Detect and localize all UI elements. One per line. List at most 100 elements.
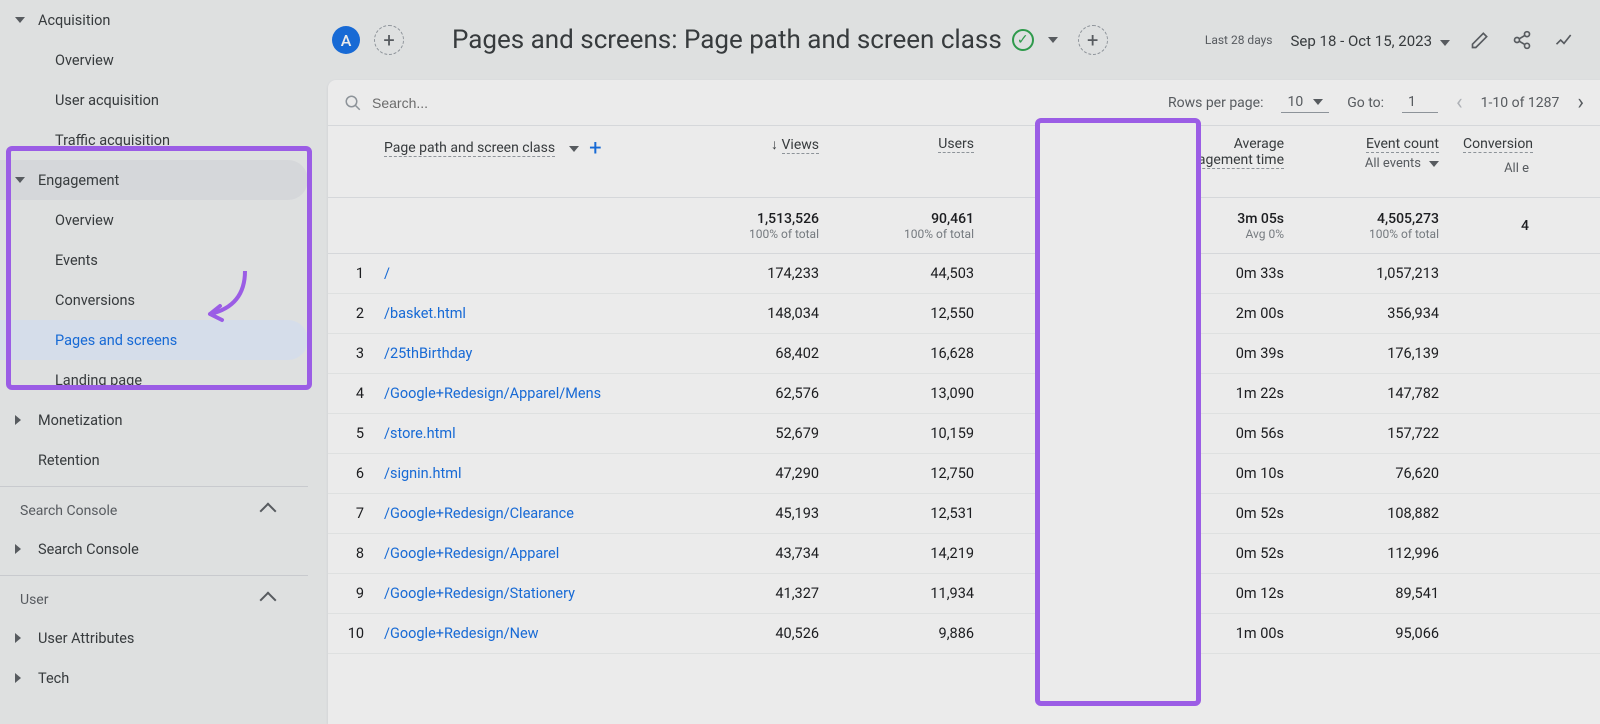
cell-vpu: 3.08 <box>998 545 1153 562</box>
cell-views: 68,402 <box>688 345 843 362</box>
cell-path[interactable]: /Google+Redesign/Stationery <box>376 585 688 602</box>
total-vpu-sub: Avg 0% <box>998 227 1129 241</box>
col-aet-header[interactable]: Average engagement time <box>1153 136 1308 169</box>
date-range-text: Sep 18 - Oct 15, 2023 <box>1291 32 1433 50</box>
section-search-console[interactable]: Search Console <box>0 493 308 529</box>
nav-acquisition[interactable]: Acquisition <box>0 0 308 40</box>
section-user[interactable]: User <box>0 582 308 618</box>
table-header: Page path and screen class + ↓ Views Use… <box>328 126 1600 198</box>
cell-path[interactable]: /store.html <box>376 425 688 442</box>
edit-icon[interactable] <box>1468 28 1492 52</box>
cell-path[interactable]: /signin.html <box>376 465 688 482</box>
cell-views: 43,734 <box>688 545 843 562</box>
table-row[interactable]: 8 /Google+Redesign/Apparel 43,734 14,219… <box>328 534 1600 574</box>
search-input[interactable] <box>372 95 572 111</box>
table-row[interactable]: 7 /Google+Redesign/Clearance 45,193 12,5… <box>328 494 1600 534</box>
cell-views: 45,193 <box>688 505 843 522</box>
cell-path[interactable]: /Google+Redesign/Clearance <box>376 505 688 522</box>
col-label: Views <box>782 137 820 154</box>
table-row[interactable]: 2 /basket.html 148,034 12,550 11.80 2m 0… <box>328 294 1600 334</box>
cell-aet: 0m 52s <box>1153 545 1308 562</box>
col-label: Average engagement time <box>1153 136 1284 169</box>
nav-user-attributes[interactable]: User Attributes <box>0 618 308 658</box>
add-segment-button[interactable]: + <box>374 25 404 55</box>
nav-label: Acquisition <box>38 12 110 29</box>
conv-filter[interactable]: All e <box>1504 161 1529 176</box>
total-vpu: 16.73 <box>998 211 1129 227</box>
nav-engagement-conversions[interactable]: Conversions <box>0 280 308 320</box>
rows-per-page-select[interactable]: 10 <box>1281 92 1329 113</box>
cell-aet: 1m 22s <box>1153 385 1308 402</box>
total-aet-sub: Avg 0% <box>1153 227 1284 241</box>
goto-label: Go to: <box>1347 95 1384 111</box>
nav-acquisition-user[interactable]: User acquisition <box>0 80 308 120</box>
col-users-header[interactable]: Users <box>843 136 998 152</box>
cell-path[interactable]: /Google+Redesign/New <box>376 625 688 642</box>
goto-input[interactable]: 1 <box>1402 92 1438 113</box>
cell-path[interactable]: / <box>376 265 688 282</box>
nav-engagement-events[interactable]: Events <box>0 240 308 280</box>
insights-icon[interactable] <box>1552 28 1576 52</box>
data-table: Page path and screen class + ↓ Views Use… <box>328 126 1600 654</box>
row-index: 5 <box>328 425 376 442</box>
nav-acquisition-overview[interactable]: Overview <box>0 40 308 80</box>
col-label: Views per user <box>1037 136 1129 153</box>
col-views-header[interactable]: ↓ Views <box>688 136 843 153</box>
add-dimension-button[interactable]: + <box>589 136 601 161</box>
cell-path[interactable]: /Google+Redesign/Apparel <box>376 545 688 562</box>
next-page-button[interactable]: › <box>1577 90 1584 115</box>
sort-arrow-icon: ↓ <box>771 137 778 153</box>
nav-engagement-overview[interactable]: Overview <box>0 200 308 240</box>
cell-users: 12,750 <box>843 465 998 482</box>
cell-aet: 2m 00s <box>1153 305 1308 322</box>
total-events-sub: 100% of total <box>1308 227 1439 241</box>
row-index: 9 <box>328 585 376 602</box>
segment-avatar[interactable]: A <box>332 26 360 54</box>
cell-events: 108,882 <box>1308 505 1463 522</box>
nav-acquisition-traffic[interactable]: Traffic acquisition <box>0 120 308 160</box>
report-table-card: Rows per page: 10 Go to: 1 ‹ 1-10 of 128… <box>328 80 1600 724</box>
cell-aet: 0m 52s <box>1153 505 1308 522</box>
nav-search-console[interactable]: Search Console <box>0 529 308 569</box>
cell-path[interactable]: /basket.html <box>376 305 688 322</box>
row-index: 6 <box>328 465 376 482</box>
chevron-down-icon <box>569 146 579 152</box>
col-vpu-header[interactable]: Views per user <box>998 136 1153 153</box>
chevron-down-icon <box>1440 40 1450 46</box>
cell-users: 44,503 <box>843 265 998 282</box>
cell-views: 52,679 <box>688 425 843 442</box>
cell-path[interactable]: /Google+Redesign/Apparel/Mens <box>376 385 688 402</box>
col-events-header[interactable]: Event countAll events <box>1308 136 1463 171</box>
share-icon[interactable] <box>1510 28 1534 52</box>
table-row[interactable]: 10 /Google+Redesign/New 40,526 9,886 4.1… <box>328 614 1600 654</box>
total-views-sub: 100% of total <box>688 227 819 241</box>
nav-engagement-landing[interactable]: Landing page <box>0 360 308 400</box>
cell-path[interactable]: /25thBirthday <box>376 345 688 362</box>
table-row[interactable]: 1 / 174,233 44,503 3.92 0m 33s 1,057,213 <box>328 254 1600 294</box>
total-events: 4,505,273 <box>1308 211 1439 227</box>
date-range-picker[interactable]: Sep 18 - Oct 15, 2023 <box>1291 31 1450 50</box>
nav-engagement[interactable]: Engagement <box>0 160 308 200</box>
row-index: 2 <box>328 305 376 322</box>
events-filter[interactable]: All events <box>1365 156 1421 171</box>
table-row[interactable]: 5 /store.html 52,679 10,159 5.19 0m 56s … <box>328 414 1600 454</box>
col-conv-header[interactable]: ConversionsAll e <box>1463 136 1553 176</box>
nav-monetization[interactable]: Monetization <box>0 400 308 440</box>
report-header: A + Pages and screens: Page path and scr… <box>308 0 1600 80</box>
prev-page-button[interactable]: ‹ <box>1456 90 1463 115</box>
nav-label: Retention <box>38 452 100 469</box>
cell-aet: 0m 10s <box>1153 465 1308 482</box>
nav-retention[interactable]: Retention <box>0 440 308 480</box>
dimension-header[interactable]: Page path and screen class + <box>376 136 688 161</box>
check-icon[interactable]: ✓ <box>1012 29 1034 51</box>
table-row[interactable]: 6 /signin.html 47,290 12,750 3.71 0m 10s… <box>328 454 1600 494</box>
table-row[interactable]: 4 /Google+Redesign/Apparel/Mens 62,576 1… <box>328 374 1600 414</box>
nav-tech[interactable]: Tech <box>0 658 308 698</box>
title-dropdown-icon[interactable] <box>1048 37 1058 43</box>
cell-aet: 1m 00s <box>1153 625 1308 642</box>
table-row[interactable]: 9 /Google+Redesign/Stationery 41,327 11,… <box>328 574 1600 614</box>
nav-engagement-pages-screens[interactable]: Pages and screens <box>0 320 308 360</box>
table-row[interactable]: 3 /25thBirthday 68,402 16,628 4.11 0m 39… <box>328 334 1600 374</box>
title-text: Pages and screens: Page path and screen … <box>452 25 1002 55</box>
add-comparison-button[interactable]: + <box>1078 25 1108 55</box>
